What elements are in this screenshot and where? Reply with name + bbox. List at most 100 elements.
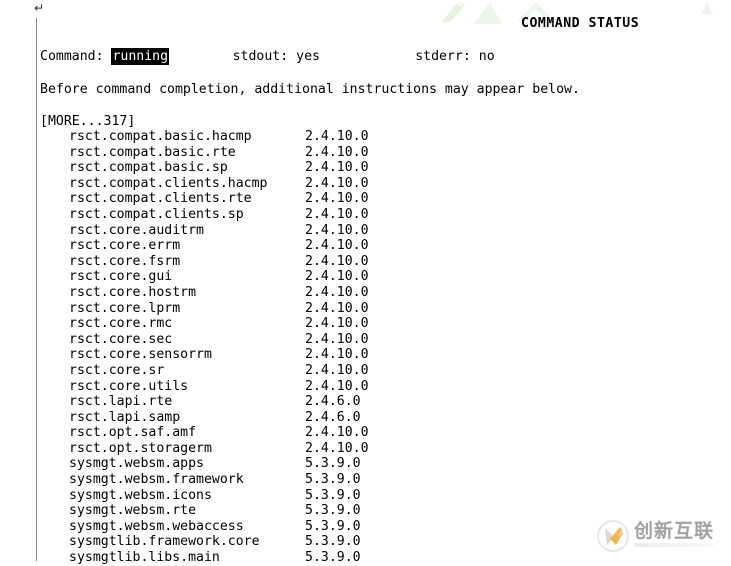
- table-row[interactable]: sysmgt.websm.apps 5.3.9.0: [40, 456, 730, 472]
- package-version: 2.4.10.0: [305, 238, 369, 254]
- package-name: rsct.opt.saf.amf: [69, 425, 197, 441]
- table-row[interactable]: rsct.core.fsrm 2.4.10.0: [40, 254, 730, 270]
- package-version: 2.4.10.0: [305, 175, 369, 191]
- status-row: Command: running stdout: yes stderr: no: [40, 48, 495, 65]
- package-version: 2.4.10.0: [305, 253, 369, 269]
- package-version: 2.4.10.0: [305, 440, 369, 456]
- terminal-screen: COMMAND STATUS Command: running stdout: …: [40, 16, 731, 565]
- table-row[interactable]: rsct.core.sensorrm 2.4.10.0: [40, 347, 730, 363]
- package-version: 5.3.9.0: [305, 518, 361, 534]
- package-name: sysmgt.websm.apps: [69, 456, 204, 472]
- package-version: 2.4.6.0: [305, 394, 361, 410]
- package-version: 2.4.10.0: [305, 284, 369, 300]
- package-version: 2.4.10.0: [305, 300, 369, 316]
- left-border-rule: [36, 18, 37, 561]
- package-version: 5.3.9.0: [305, 472, 361, 488]
- table-row[interactable]: rsct.compat.clients.rte 2.4.10.0: [40, 191, 730, 207]
- table-row[interactable]: rsct.opt.saf.amf 2.4.10.0: [40, 425, 730, 441]
- table-row[interactable]: sysmgtlib.framework.core 5.3.9.0: [40, 534, 730, 550]
- package-name: rsct.lapi.rte: [69, 394, 173, 410]
- package-name: rsct.core.rmc: [69, 316, 173, 332]
- more-marker: [MORE...317]: [40, 114, 136, 129]
- package-version: 2.4.10.0: [305, 331, 369, 347]
- package-name: rsct.core.utils: [69, 378, 189, 394]
- package-name: rsct.compat.clients.hacmp: [69, 175, 268, 191]
- package-name: rsct.core.lprm: [69, 300, 181, 316]
- package-name: sysmgt.websm.webaccess: [69, 518, 244, 534]
- gap-2: [169, 49, 233, 64]
- gap-4: [320, 49, 415, 64]
- table-row[interactable]: rsct.core.sec 2.4.10.0: [40, 332, 730, 348]
- package-version: 5.3.9.0: [305, 503, 361, 519]
- package-version: 2.4.10.0: [305, 129, 369, 144]
- package-name: rsct.opt.storagerm: [69, 440, 212, 456]
- package-version: 2.4.10.0: [305, 160, 369, 176]
- package-name: sysmgt.websm.rte: [69, 503, 197, 519]
- package-version: 2.4.10.0: [305, 316, 369, 332]
- package-version: 5.3.9.0: [305, 550, 361, 566]
- stdout-value: yes: [296, 49, 320, 64]
- page-title: COMMAND STATUS: [521, 16, 640, 31]
- stdout-label: stdout:: [232, 49, 289, 64]
- package-name: rsct.compat.clients.sp: [69, 206, 244, 222]
- table-row[interactable]: rsct.core.sr 2.4.10.0: [40, 363, 730, 379]
- package-name: sysmgtlib.libs.main: [69, 550, 220, 566]
- package-version: 2.4.10.0: [305, 425, 369, 441]
- table-row[interactable]: rsct.compat.basic.rte 2.4.10.0: [40, 145, 730, 161]
- table-row[interactable]: rsct.lapi.rte 2.4.6.0: [40, 394, 730, 410]
- package-version: 2.4.10.0: [305, 144, 369, 160]
- table-row[interactable]: rsct.core.auditrm 2.4.10.0: [40, 223, 730, 239]
- command-status-value[interactable]: running: [111, 48, 170, 65]
- table-row[interactable]: sysmgt.websm.icons 5.3.9.0: [40, 488, 730, 504]
- table-row[interactable]: rsct.compat.basic.hacmp 2.4.10.0: [40, 129, 730, 145]
- table-row[interactable]: rsct.core.utils 2.4.10.0: [40, 379, 730, 395]
- package-version: 2.4.10.0: [305, 378, 369, 394]
- enter-key-glyph: ↵: [34, 1, 45, 15]
- package-name: sysmgt.websm.icons: [69, 487, 212, 503]
- stderr-value: no: [478, 49, 495, 64]
- gap-5: [471, 49, 479, 64]
- package-list[interactable]: rsct.compat.basic.hacmp 2.4.10.0 rsct.comp…: [40, 129, 730, 566]
- table-row[interactable]: rsct.compat.clients.hacmp 2.4.10.0: [40, 176, 730, 192]
- table-row[interactable]: rsct.compat.clients.sp 2.4.10.0: [40, 207, 730, 223]
- package-version: 5.3.9.0: [305, 534, 361, 550]
- package-name: rsct.core.sensorrm: [69, 347, 212, 363]
- table-row[interactable]: sysmgtlib.libs.main 5.3.9.0: [40, 550, 730, 566]
- package-version: 2.4.10.0: [305, 206, 369, 222]
- package-version: 2.4.10.0: [305, 222, 369, 238]
- package-name: rsct.core.sec: [69, 331, 173, 347]
- package-name: rsct.lapi.samp: [69, 409, 181, 425]
- gap-3: [288, 49, 296, 64]
- package-version: 2.4.10.0: [305, 269, 369, 285]
- package-name: rsct.compat.clients.rte: [69, 191, 252, 207]
- package-version: 5.3.9.0: [305, 487, 361, 503]
- package-version: 2.4.10.0: [305, 347, 369, 363]
- table-row[interactable]: rsct.core.gui 2.4.10.0: [40, 269, 730, 285]
- table-row[interactable]: sysmgt.websm.rte 5.3.9.0: [40, 503, 730, 519]
- package-name: rsct.core.sr: [69, 362, 165, 378]
- table-row[interactable]: rsct.opt.storagerm 2.4.10.0: [40, 441, 730, 457]
- package-name: rsct.core.hostrm: [69, 284, 197, 300]
- package-name: rsct.core.gui: [69, 269, 173, 285]
- package-name: sysmgt.websm.framework: [69, 472, 244, 488]
- package-version: 2.4.10.0: [305, 362, 369, 378]
- table-row[interactable]: rsct.core.rmc 2.4.10.0: [40, 316, 730, 332]
- table-row[interactable]: rsct.lapi.samp 2.4.6.0: [40, 410, 730, 426]
- stderr-label: stderr:: [415, 49, 471, 64]
- table-row[interactable]: rsct.compat.basic.sp 2.4.10.0: [40, 160, 730, 176]
- table-row[interactable]: sysmgt.websm.webaccess 5.3.9.0: [40, 519, 730, 535]
- package-name: rsct.compat.basic.rte: [69, 144, 236, 160]
- title-row: COMMAND STATUS: [40, 16, 720, 34]
- package-name: sysmgtlib.framework.core: [69, 534, 260, 550]
- table-row[interactable]: sysmgt.websm.framework 5.3.9.0: [40, 472, 730, 488]
- package-name: rsct.compat.basic.sp: [69, 160, 228, 176]
- package-name: rsct.core.auditrm: [69, 222, 204, 238]
- package-version: 2.4.10.0: [305, 191, 369, 207]
- command-label: Command:: [40, 49, 104, 64]
- table-row[interactable]: rsct.core.errm 2.4.10.0: [40, 238, 730, 254]
- package-name: rsct.core.errm: [69, 238, 181, 254]
- table-row[interactable]: rsct.core.lprm 2.4.10.0: [40, 301, 730, 317]
- terminal-window: ↵ COMMAND STATUS Command: running stdout…: [0, 0, 731, 565]
- package-version: 2.4.6.0: [305, 409, 361, 425]
- table-row[interactable]: rsct.core.hostrm 2.4.10.0: [40, 285, 730, 301]
